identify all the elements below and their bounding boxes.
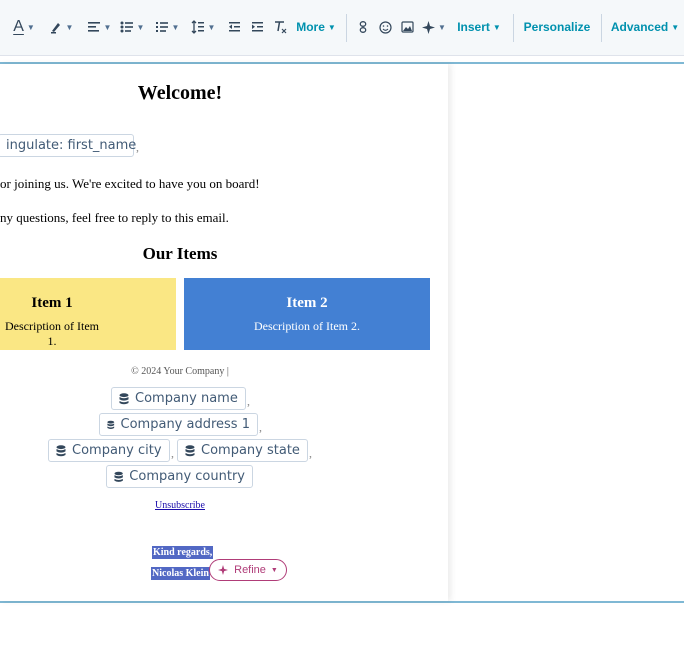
welcome-line: or joining us. We're excited to have you… (0, 176, 260, 191)
company-country-label: Company country (129, 469, 245, 484)
chevron-down-icon: ▼ (207, 22, 216, 32)
indent-icon (251, 22, 263, 32)
emoji-icon (378, 20, 392, 34)
chevron-down-icon: ▼ (103, 22, 112, 32)
separator-comma: , (171, 446, 174, 460)
chevron-down-icon: ▼ (438, 22, 446, 32)
separator-comma: , (247, 394, 250, 408)
refine-button[interactable]: Refine ▼ (209, 559, 287, 581)
greeting-comma: , (136, 140, 139, 154)
item-card-2[interactable]: Item 2 Description of Item 2. (184, 278, 430, 350)
first-name-token[interactable]: ingulate: first_name (0, 134, 137, 157)
company-city-token[interactable]: Company city (48, 439, 170, 462)
company-name-token[interactable]: Company name (111, 387, 246, 410)
image-button[interactable] (397, 14, 417, 40)
outdent-button[interactable] (224, 14, 244, 40)
highlight-button[interactable]: ▼ (46, 14, 76, 40)
separator-comma: , (309, 446, 312, 460)
bulleted-list-button[interactable]: ▼ (116, 14, 148, 40)
footer-copyright: © 2024 Your Company | (131, 366, 229, 377)
align-left-icon (87, 22, 100, 32)
chevron-down-icon: ▼ (327, 22, 336, 32)
item-1-description: Description of Item 1. (5, 319, 99, 348)
chevron-down-icon: ▼ (26, 22, 35, 32)
indent-button[interactable] (247, 14, 267, 40)
signature-text: Nicolas Klein (151, 567, 210, 580)
signature-line: Nicolas Klein (151, 563, 210, 581)
item-2-title: Item 2 (286, 295, 328, 311)
insert-button[interactable]: Insert ▼ (454, 14, 504, 40)
email-editor-canvas[interactable]: Welcome! ingulate: first_name , or joini… (0, 62, 684, 603)
company-name-label: Company name (135, 391, 238, 406)
toolbar-divider (601, 14, 602, 42)
company-city-label: Company city (72, 443, 162, 458)
advanced-button[interactable]: Advanced ▼ (609, 14, 681, 40)
chevron-down-icon: ▼ (492, 22, 501, 32)
chevron-down-icon: ▼ (270, 566, 278, 574)
align-button[interactable]: ▼ (84, 14, 114, 40)
outdent-icon (228, 22, 240, 32)
font-color-icon: A (13, 18, 24, 35)
reply-line: ny questions, feel free to reply to this… (0, 210, 229, 225)
font-color-button[interactable]: A ▼ (8, 14, 40, 40)
company-state-token[interactable]: Company state (177, 439, 308, 462)
database-icon (119, 392, 129, 404)
personalize-label: Personalize (523, 20, 591, 34)
sparkle-icon (218, 565, 229, 575)
database-icon (185, 444, 195, 456)
numbered-list-button[interactable]: ▼ (151, 14, 183, 40)
database-icon (107, 420, 115, 429)
line-spacing-button[interactable]: ▼ (188, 14, 218, 40)
line-spacing-icon (191, 20, 204, 34)
emoji-button[interactable] (375, 14, 395, 40)
email-body[interactable]: Welcome! ingulate: first_name , or joini… (0, 64, 448, 601)
toolbar-divider (346, 14, 347, 42)
refine-label: Refine (234, 564, 266, 576)
sparkle-icon (422, 20, 436, 34)
separator-comma: , (259, 420, 262, 434)
chevron-down-icon: ▼ (65, 22, 74, 32)
advanced-label: Advanced (610, 20, 669, 34)
first-name-token-label: ingulate: first_name (6, 138, 137, 153)
chevron-down-icon: ▼ (136, 22, 145, 32)
database-icon (114, 471, 123, 482)
personalize-button[interactable]: Personalize (522, 14, 592, 40)
bulleted-list-icon (120, 21, 133, 33)
signoff-line: Kind regards, (152, 542, 214, 560)
item-card-1[interactable]: Item 1 Description of Item 1. (0, 278, 176, 350)
ai-assistant-button[interactable]: ▼ (421, 14, 447, 40)
chevron-down-icon: ▼ (171, 22, 180, 32)
email-heading: Welcome! (137, 82, 223, 104)
company-country-token[interactable]: Company country (106, 465, 253, 488)
unsubscribe-link[interactable]: Unsubscribe (0, 500, 360, 511)
numbered-list-icon (155, 22, 168, 32)
insert-label: Insert (457, 20, 490, 34)
editor-toolbar: A ▼ ▼ ▼ ▼ ▼ ▼ More ▼ ▼ Insert ▼ Personal… (0, 0, 684, 56)
personalization-token-button[interactable] (354, 14, 372, 40)
highlighter-icon (50, 23, 60, 34)
image-icon (400, 21, 414, 33)
toolbar-divider (513, 14, 514, 42)
more-button[interactable]: More ▼ (292, 14, 340, 40)
item-1-title: Item 1 (31, 295, 73, 311)
more-label: More (296, 20, 325, 34)
company-address-token[interactable]: Company address 1 (99, 413, 258, 436)
company-state-label: Company state (201, 443, 300, 458)
items-heading: Our Items (142, 244, 218, 263)
chevron-down-icon: ▼ (671, 22, 680, 32)
token-icon (359, 21, 367, 33)
signoff-text: Kind regards, (152, 546, 214, 559)
item-2-description: Description of Item 2. (254, 319, 360, 333)
database-icon (56, 444, 66, 456)
clear-format-button[interactable] (270, 14, 290, 40)
company-address-label: Company address 1 (120, 417, 250, 432)
clear-format-icon (275, 21, 287, 34)
